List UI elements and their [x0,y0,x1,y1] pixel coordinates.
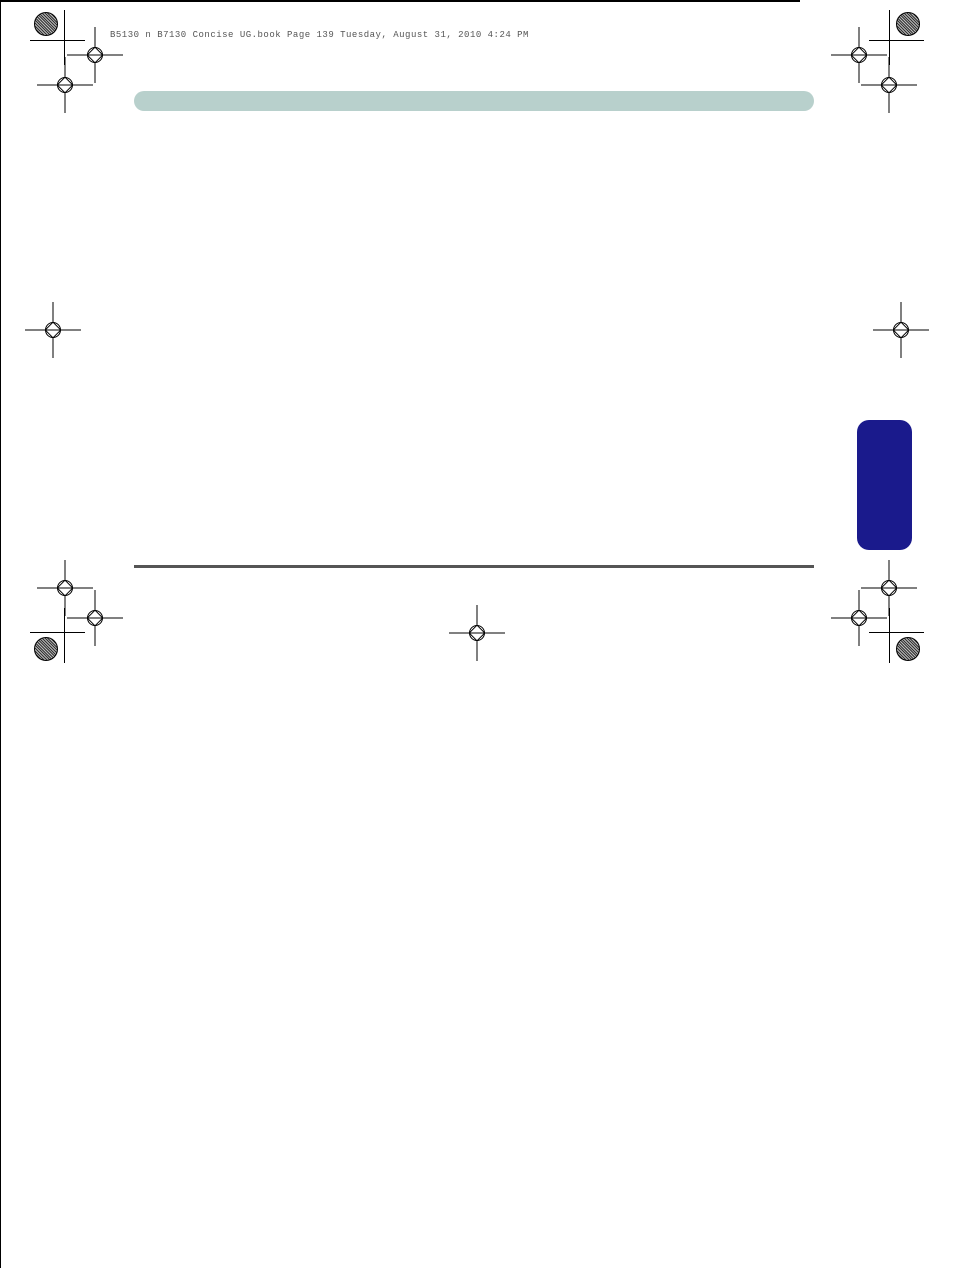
registration-mark-icon [457,613,497,653]
registration-mark-icon [45,65,85,105]
crop-frame-left [0,2,1,635]
registration-mark-icon [33,310,73,350]
crop-frame-bottom [0,1,800,2]
crop-ball-icon [896,637,920,661]
crop-ball-icon [34,637,58,661]
crop-ball-icon [896,12,920,36]
crop-frame-right [0,635,1,1268]
registration-mark-icon [881,310,921,350]
corner-rule [64,608,65,663]
footer-rule [134,565,814,568]
crop-ball-icon [34,12,58,36]
document-header-info: B5130 n B7130 Concise UG.book Page 139 T… [110,30,529,40]
registration-mark-icon [869,568,909,608]
corner-rule [889,608,890,663]
registration-mark-icon [869,65,909,105]
section-title-bar [134,91,814,111]
registration-mark-icon [45,568,85,608]
chapter-tab [857,420,912,550]
